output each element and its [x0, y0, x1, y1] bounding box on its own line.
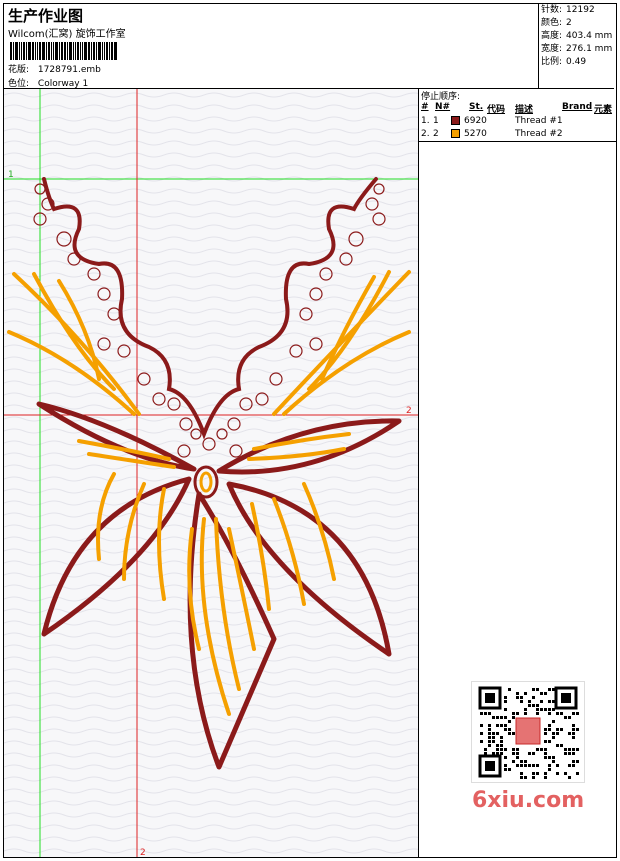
design-file-line: 花版: 1728791.emb	[8, 62, 101, 75]
guide-label-1: 1	[8, 170, 14, 180]
stat-colors: 颜色: 2	[541, 18, 572, 28]
row-n: 1	[433, 116, 439, 126]
design-file: 1728791.emb	[37, 65, 101, 75]
stop-sequence-divider	[419, 141, 616, 142]
guide-label-2-bottom: 2	[140, 848, 146, 857]
stat-width: 宽度: 276.1 mm	[541, 44, 613, 54]
stop-sequence-header: # N# St. 代码 描述 Brand 元素	[421, 102, 615, 115]
color-swatch	[451, 129, 460, 138]
row-desc: Thread #2	[515, 129, 563, 139]
design-label: 花版:	[8, 65, 30, 75]
qr-code	[471, 681, 585, 783]
row-num: 1.	[421, 116, 430, 126]
header-info: 生产作业图 Wilcom(汇窝) 旋饰工作室 花版: 1728791.emb 色…	[4, 4, 538, 89]
embroidery-design: 1 2 2	[4, 89, 418, 857]
page-title: 生产作业图	[8, 7, 84, 25]
guide-label-2-right: 2	[406, 406, 412, 416]
col-desc: 描述	[515, 105, 534, 115]
barcode	[10, 42, 140, 60]
stat-scale: 比例: 0.49	[541, 57, 587, 67]
stat-stitches: 针数: 12192	[541, 5, 595, 15]
row-n: 2	[433, 129, 439, 139]
col-num: #	[421, 102, 429, 112]
row-num: 2.	[421, 129, 430, 139]
table-row[interactable]: 1. 1 6920 Thread #1	[421, 116, 615, 128]
stop-sequence-title: 停止顺序:	[421, 92, 461, 102]
row-desc: Thread #1	[515, 116, 563, 126]
col-code: 代码	[487, 105, 506, 115]
watermark-text: 6xiu.com	[472, 788, 585, 813]
studio-name: Wilcom(汇窝) 旋饰工作室	[8, 29, 126, 40]
design-canvas[interactable]: 1 2 2	[4, 89, 418, 857]
col-st: St.	[469, 102, 484, 112]
col-n: N#	[435, 102, 451, 112]
stats-panel: 针数: 12192 颜色: 2 高度: 403.4 mm 宽度: 276.1 mm 比例…	[541, 4, 613, 84]
row-code: 6920	[464, 116, 487, 126]
row-code: 5270	[464, 129, 487, 139]
col-brand: Brand	[562, 102, 593, 112]
col-elem: 元素	[594, 105, 613, 115]
stat-height: 高度: 403.4 mm	[541, 31, 613, 41]
table-row[interactable]: 2. 2 5270 Thread #2	[421, 129, 615, 141]
header-divider	[538, 4, 539, 88]
color-swatch	[451, 116, 460, 125]
